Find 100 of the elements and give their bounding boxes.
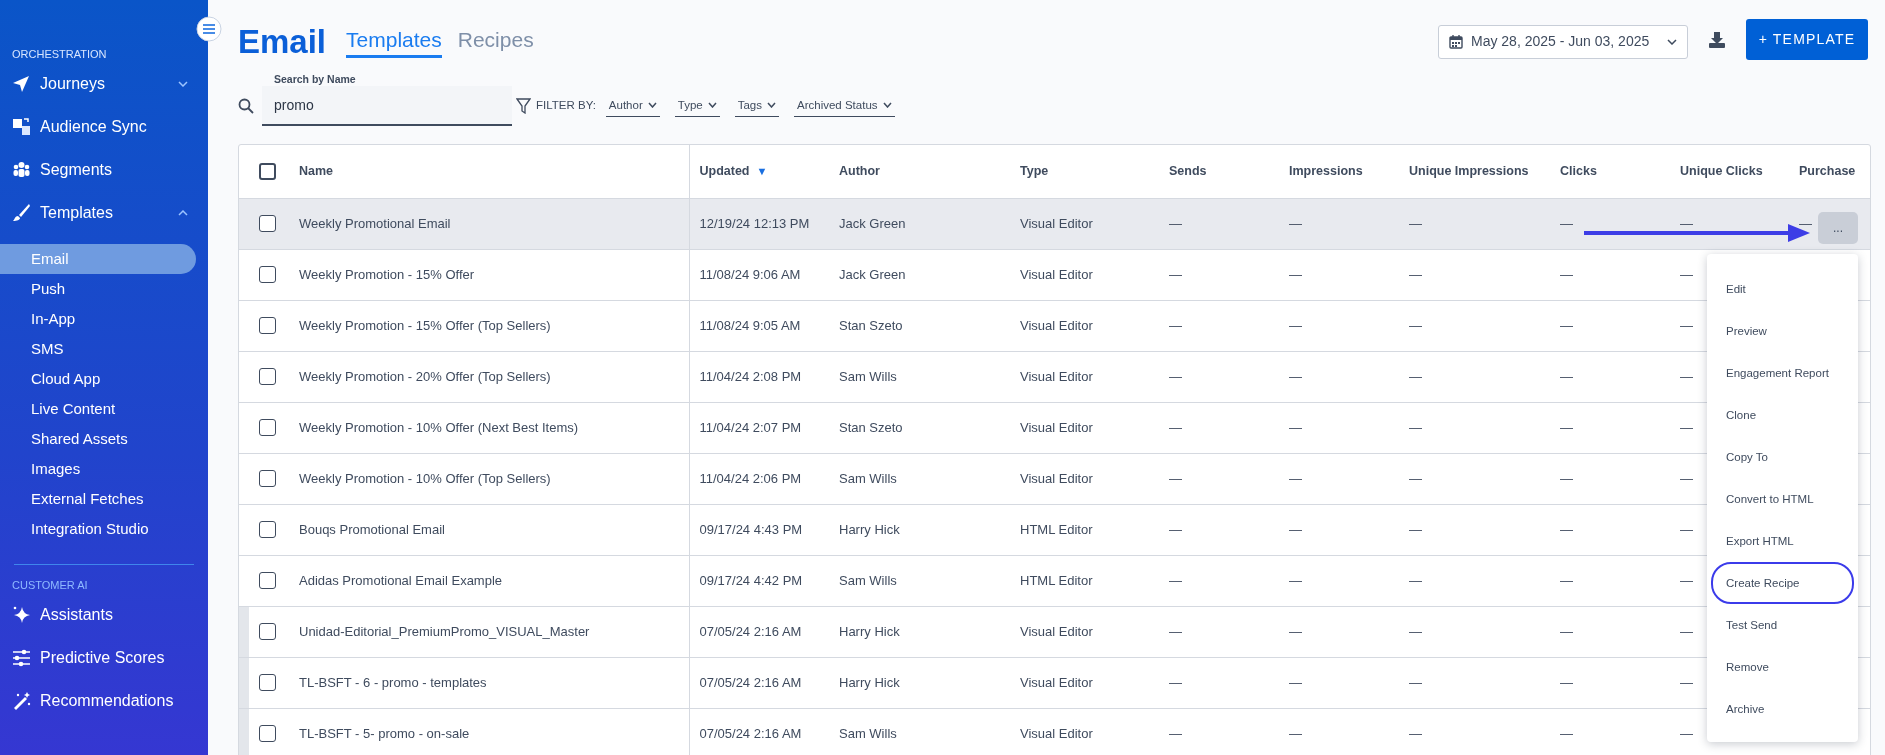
column-header[interactable]: Sends bbox=[1169, 163, 1207, 178]
sidebar-subitem[interactable]: External Fetches bbox=[0, 484, 196, 514]
column-header[interactable]: Unique Clicks bbox=[1680, 163, 1763, 178]
table-cell: 07/05/24 2:16 AM bbox=[699, 674, 802, 690]
sidebar-item[interactable]: Recommendations bbox=[0, 679, 208, 722]
sidebar-subitem[interactable]: Shared Assets bbox=[0, 424, 196, 454]
select-all-checkbox[interactable] bbox=[259, 162, 276, 180]
filter-dropdown[interactable]: Type bbox=[674, 96, 720, 117]
menu-icon[interactable] bbox=[196, 16, 222, 42]
table-cell: Harry Hick bbox=[839, 521, 900, 537]
row-checkbox[interactable] bbox=[259, 521, 276, 538]
sidebar-item[interactable]: Predictive Scores bbox=[0, 636, 208, 679]
search-icon bbox=[238, 98, 254, 114]
sliders-icon bbox=[12, 648, 31, 667]
table-cell: Sam Wills bbox=[839, 725, 897, 741]
table-cell: 11/08/24 9:06 AM bbox=[699, 266, 801, 282]
sidebar-item[interactable]: Assistants bbox=[0, 593, 208, 636]
sidebar-item[interactable]: Journeys bbox=[0, 62, 208, 105]
menu-item[interactable]: Edit bbox=[1711, 268, 1854, 310]
row-checkbox[interactable] bbox=[259, 317, 276, 334]
table-cell: — bbox=[1680, 419, 1693, 435]
sidebar-subitem[interactable]: Images bbox=[0, 454, 196, 484]
column-header[interactable]: Updated ▼ bbox=[699, 163, 768, 178]
table-cell: — bbox=[1409, 674, 1422, 690]
table-cell: — bbox=[1560, 572, 1573, 588]
column-header[interactable]: Clicks bbox=[1560, 163, 1597, 178]
page-title: Email bbox=[238, 25, 327, 58]
row-checkbox[interactable] bbox=[259, 215, 276, 232]
table-cell: — bbox=[1409, 266, 1422, 282]
paper-plane-icon bbox=[12, 74, 31, 93]
column-header[interactable]: Purchase bbox=[1799, 163, 1856, 178]
menu-item[interactable]: Convert to HTML bbox=[1711, 478, 1854, 520]
row-checkbox[interactable] bbox=[259, 572, 276, 589]
row-checkbox[interactable] bbox=[259, 674, 276, 691]
table-cell: — bbox=[1169, 623, 1182, 639]
tab[interactable]: Templates bbox=[346, 27, 442, 58]
table-cell: 07/05/24 2:16 AM bbox=[699, 725, 802, 741]
sort-arrow-icon[interactable]: ▼ bbox=[756, 164, 768, 177]
download-icon[interactable] bbox=[1708, 31, 1726, 48]
menu-item[interactable]: Clone bbox=[1711, 394, 1854, 436]
sidebar-subitem[interactable]: SMS bbox=[0, 334, 196, 364]
row-checkbox[interactable] bbox=[259, 470, 276, 487]
sidebar-subitem[interactable]: In-App bbox=[0, 304, 196, 334]
table-cell: — bbox=[1680, 674, 1693, 690]
table-cell: — bbox=[1560, 317, 1573, 333]
new-template-button[interactable]: + TEMPLATE bbox=[1746, 19, 1868, 60]
table-cell: Weekly Promotion - 20% Offer (Top Sellers) bbox=[299, 368, 551, 384]
row-checkbox[interactable] bbox=[259, 368, 276, 385]
table-cell: — bbox=[1289, 725, 1302, 741]
table-cell: — bbox=[1409, 725, 1422, 741]
sidebar-subitem[interactable]: Cloud App bbox=[0, 364, 196, 394]
menu-item[interactable]: Create Recipe bbox=[1711, 562, 1854, 604]
column-header[interactable]: Impressions bbox=[1289, 163, 1363, 178]
menu-item[interactable]: Preview bbox=[1711, 310, 1854, 352]
sidebar-item[interactable]: Segments bbox=[0, 148, 208, 191]
row-checkbox[interactable] bbox=[259, 419, 276, 436]
table-cell: Sam Wills bbox=[839, 572, 897, 588]
section-heading: ORCHESTRATION bbox=[11, 47, 108, 62]
table-cell: Weekly Promotion - 15% Offer bbox=[299, 266, 475, 282]
table-cell: — bbox=[1289, 572, 1302, 588]
filter-dropdown[interactable]: Author bbox=[605, 96, 660, 117]
table-cell: Sam Wills bbox=[839, 368, 897, 384]
column-header[interactable]: Type bbox=[1020, 163, 1049, 178]
table-cell: — bbox=[1289, 215, 1302, 231]
menu-item[interactable]: Remove bbox=[1711, 646, 1854, 688]
table-cell: — bbox=[1560, 521, 1573, 537]
sidebar-subitem[interactable]: Integration Studio bbox=[0, 514, 196, 544]
more-button[interactable]: ... bbox=[1818, 212, 1858, 244]
column-header[interactable]: Unique Impressions bbox=[1409, 163, 1529, 178]
row-checkbox[interactable] bbox=[259, 623, 276, 640]
table-cell: — bbox=[1680, 317, 1693, 333]
sidebar-subitem[interactable]: Push bbox=[0, 274, 196, 304]
table-cell: — bbox=[1289, 521, 1302, 537]
column-header[interactable]: Name bbox=[299, 163, 334, 178]
menu-item[interactable]: Engagement Report bbox=[1711, 352, 1854, 394]
menu-item[interactable]: Copy To bbox=[1711, 436, 1854, 478]
search-field[interactable]: promo bbox=[262, 86, 512, 126]
table-cell: — bbox=[1680, 725, 1693, 741]
menu-item[interactable]: Archive bbox=[1711, 688, 1854, 730]
sidebar-item[interactable]: Audience Sync bbox=[0, 105, 208, 148]
table-cell: — bbox=[1680, 623, 1693, 639]
sidebar-item[interactable]: Templates bbox=[0, 191, 208, 234]
menu-item[interactable]: Test Send bbox=[1711, 604, 1854, 646]
table-cell: — bbox=[1169, 317, 1182, 333]
row-checkbox[interactable] bbox=[259, 266, 276, 283]
table-cell: — bbox=[1169, 674, 1182, 690]
column-header[interactable]: Author bbox=[839, 163, 880, 178]
table-cell: Harry Hick bbox=[839, 674, 900, 690]
filter-dropdown[interactable]: Tags bbox=[734, 96, 779, 117]
sidebar-subitem[interactable]: Live Content bbox=[0, 394, 196, 424]
menu-item[interactable]: Export HTML bbox=[1711, 520, 1854, 562]
table-cell: — bbox=[1169, 215, 1182, 231]
table-cell: Stan Szeto bbox=[839, 317, 903, 333]
table-cell: — bbox=[1169, 266, 1182, 282]
chevron-down-icon bbox=[1667, 38, 1677, 45]
filter-dropdown[interactable]: Archived Status bbox=[794, 96, 895, 117]
date-range-picker[interactable]: May 28, 2025 - Jun 03, 2025 bbox=[1438, 24, 1688, 59]
table-cell: Visual Editor bbox=[1020, 266, 1093, 282]
row-checkbox[interactable] bbox=[259, 725, 276, 742]
table-cell: — bbox=[1560, 623, 1573, 639]
